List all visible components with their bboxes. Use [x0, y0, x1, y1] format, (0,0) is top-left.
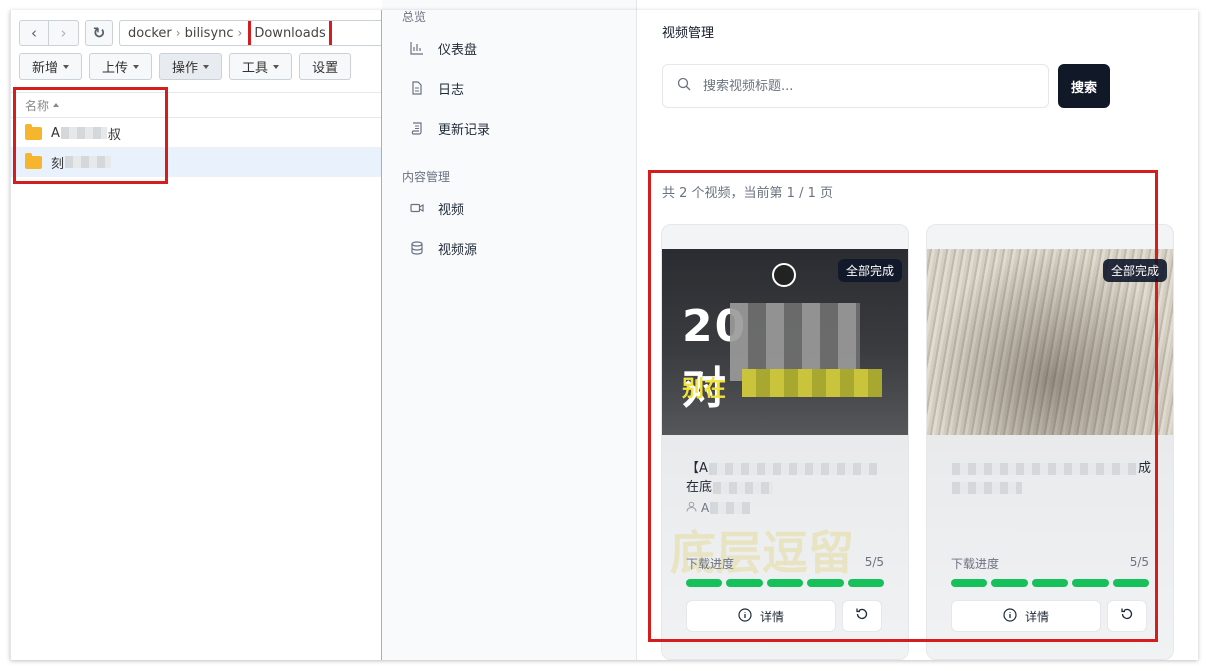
progress-label: 下载进度 [951, 557, 1000, 571]
video-thumbnail[interactable]: 20对 别在 全部完成 [662, 249, 908, 435]
progress-segment [766, 579, 804, 587]
search-input[interactable] [703, 78, 1023, 94]
progress-count: 5/5 [864, 555, 884, 569]
fs-nav-bar: ‹ › ↻ docker › bilisync › Downloads [19, 19, 389, 47]
caret-down-icon [133, 64, 140, 69]
video-thumbnail[interactable]: 全部完成 [927, 249, 1173, 435]
tools-button[interactable]: 工具 [229, 53, 293, 80]
progress-segment [991, 579, 1028, 587]
path-separator-icon: › [175, 26, 181, 40]
user-icon [686, 501, 697, 515]
fs-action-toolbar: 新增 上传 操作 工具 设置 [19, 53, 352, 80]
upload-button[interactable]: 上传 [89, 53, 153, 80]
progress-segment [726, 579, 763, 587]
scroll-icon [410, 121, 424, 135]
progress-segment [1031, 579, 1069, 587]
page-title: 视频管理 [662, 26, 715, 41]
caret-down-icon [63, 64, 70, 69]
folder-icon [25, 152, 42, 169]
path-segment-2[interactable]: bilisync [185, 26, 234, 41]
sidebar-item-dashboard[interactable]: 仪表盘 [410, 36, 477, 60]
video-card[interactable]: 20对 别在 全部完成 底层逗留 【A 在底 A 下载进度 5/5 详情 [661, 224, 909, 660]
video-title: 成 [951, 459, 1161, 497]
sort-ascending-icon [53, 103, 60, 107]
refresh-icon [1120, 607, 1134, 625]
caret-down-icon [203, 64, 210, 69]
database-icon [410, 241, 424, 255]
sidebar-item-logs[interactable]: 日志 [410, 76, 464, 100]
search-icon [677, 77, 691, 95]
video-title: 【A 在底 [686, 459, 896, 497]
progress-bar [686, 579, 885, 587]
retry-button[interactable] [1107, 600, 1147, 632]
blurred-text [60, 127, 107, 139]
path-breadcrumb[interactable]: docker › bilisync › Downloads [119, 20, 389, 46]
progress-segment [1072, 579, 1109, 587]
section-content: 内容管理 [402, 170, 451, 184]
new-button[interactable]: 新增 [19, 53, 83, 80]
progress-segment [686, 579, 723, 587]
forward-button[interactable]: › [49, 20, 79, 46]
settings-button[interactable]: 设置 [299, 53, 352, 80]
progress-segment [951, 579, 988, 587]
sidebar-item-videos[interactable]: 视频 [410, 196, 464, 220]
video-icon [410, 201, 424, 215]
progress-segment [807, 579, 844, 587]
status-badge: 全部完成 [837, 259, 902, 282]
action-button[interactable]: 操作 [159, 53, 223, 80]
sidebar: 总览 仪表盘 日志 更新记录 内容管理 视频 视频源 [382, 0, 637, 660]
thumbnail-subtitle-text: 别在 [682, 377, 727, 402]
path-segment-1[interactable]: docker [128, 26, 172, 41]
folder-icon [25, 123, 42, 140]
main-content: 视频管理 搜索 共 2 个视频，当前第 1 / 1 页 20对 别在 全部完成 … [638, 0, 1198, 660]
name-column-header[interactable]: 名称 [11, 92, 383, 118]
back-button[interactable]: ‹ [19, 20, 49, 46]
bar-chart-icon [410, 41, 424, 55]
chevron-right-icon: › [60, 24, 67, 42]
sidebar-item-video-sources[interactable]: 视频源 [410, 236, 477, 260]
path-current-folder[interactable]: Downloads [248, 21, 332, 45]
search-button[interactable]: 搜索 [1058, 64, 1110, 108]
video-card[interactable]: 全部完成 成 下载进度 5/5 详情 [926, 224, 1174, 660]
retry-button[interactable] [842, 600, 882, 632]
refresh-icon [855, 607, 869, 625]
info-icon [738, 607, 752, 625]
refresh-button[interactable]: ↻ [85, 20, 113, 46]
blurred-text [65, 156, 112, 168]
search-box[interactable] [662, 64, 1049, 108]
progress-label: 下载进度 [686, 557, 735, 571]
refresh-icon: ↻ [92, 24, 106, 42]
info-icon [1003, 607, 1017, 625]
blurred-text [742, 369, 882, 397]
section-overview: 总览 [402, 10, 427, 24]
progress-bar [951, 579, 1150, 587]
chevron-left-icon: ‹ [31, 24, 37, 42]
progress-segment [847, 579, 885, 587]
pagination-summary: 共 2 个视频，当前第 1 / 1 页 [662, 186, 833, 201]
progress-segment [1112, 579, 1150, 587]
document-icon [410, 81, 424, 95]
detail-button[interactable]: 详情 [951, 600, 1101, 632]
caret-down-icon [273, 64, 280, 69]
detail-button[interactable]: 详情 [686, 600, 836, 632]
path-separator-icon: › [237, 26, 243, 40]
folder-row[interactable]: 刻 [11, 148, 383, 177]
channel-logo-icon [772, 263, 796, 287]
progress-count: 5/5 [1129, 555, 1149, 569]
video-author: A [686, 501, 751, 515]
file-station-pane: ‹ › ↻ docker › bilisync › Downloads 新增 上… [10, 10, 389, 660]
status-badge: 全部完成 [1102, 259, 1167, 282]
sidebar-item-changelog[interactable]: 更新记录 [410, 116, 490, 140]
folder-row[interactable]: A 叔 [11, 119, 383, 148]
background-watermark: 底层逗留 [670, 526, 854, 580]
